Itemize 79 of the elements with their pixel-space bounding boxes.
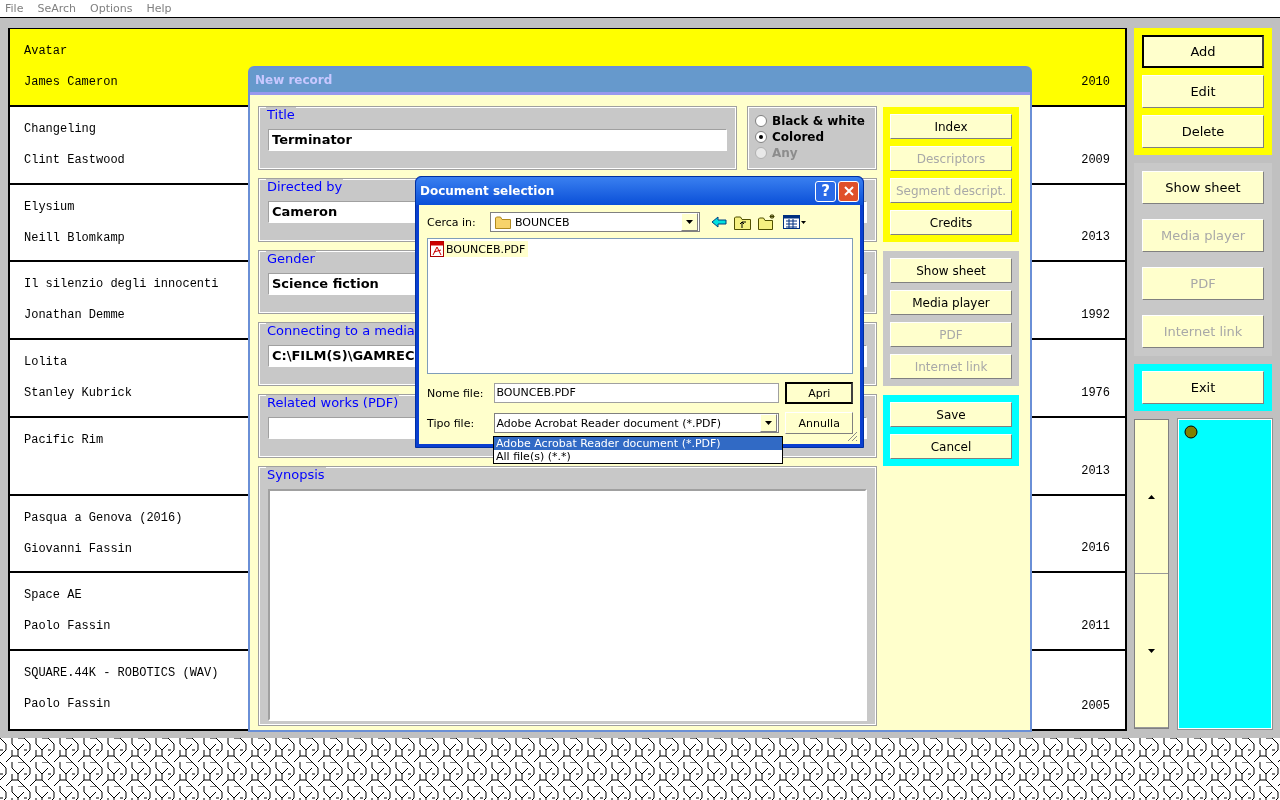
record-title: Pasqua a Genova (2016) (24, 510, 183, 526)
dropdown-option[interactable]: Adobe Acrobat Reader document (*.PDF) (494, 437, 782, 450)
record-director: Paolo Fassin (24, 697, 112, 713)
indicator-dot-icon (1184, 425, 1198, 439)
record-year: 2013 (1081, 463, 1110, 479)
dialog-button[interactable]: Show sheet (890, 258, 1012, 283)
file-name-field[interactable]: BOUNCEB.PDF (493, 383, 780, 403)
down-arrow-icon (1148, 648, 1155, 653)
radio-label: Colored (772, 130, 825, 144)
record-year: 1976 (1081, 385, 1110, 401)
record-title: Space AE (24, 588, 83, 604)
look-in-label: Cerca in: (427, 215, 477, 229)
side-button[interactable]: Add (1142, 35, 1264, 68)
dialog-button[interactable]: Cancel (890, 434, 1012, 459)
record-year: 2005 (1081, 699, 1110, 714)
record-title: Pacific Rim (24, 432, 104, 448)
dialog-title: Document selection (420, 184, 555, 198)
menu-item[interactable]: Help (146, 2, 172, 15)
up-arrow-icon (1148, 494, 1155, 499)
look-in-dropdown[interactable]: BOUNCEB (490, 212, 700, 232)
open-button[interactable]: Apri (785, 382, 853, 404)
back-arrow-icon[interactable] (711, 216, 727, 228)
record-title: Elysium (24, 199, 76, 215)
radio-label: Black & white (772, 114, 865, 128)
field-label: Synopsis (266, 467, 326, 483)
side-button[interactable]: Show sheet (1142, 171, 1264, 204)
resize-grip-icon (847, 431, 858, 442)
folder-icon (495, 215, 511, 229)
dropdown-arrow-icon (765, 421, 773, 425)
view-menu-icon[interactable] (783, 215, 807, 229)
file-name-label: Nome file: (427, 386, 485, 400)
dialog-button[interactable]: Save (890, 402, 1012, 427)
side-button[interactable]: Delete (1142, 115, 1264, 148)
close-button[interactable] (838, 180, 859, 202)
record-director: Neill Blomkamp (24, 230, 125, 246)
field-label: Directed by (266, 179, 344, 195)
field-label: Related works (PDF) (266, 395, 400, 411)
menu-item[interactable]: File (5, 2, 24, 15)
dropdown-option[interactable]: All file(s) (*.*) (494, 450, 782, 463)
record-year: 2013 (1081, 230, 1110, 246)
record-title: Changeling (24, 121, 97, 137)
record-director: Giovanni Fassin (24, 541, 134, 557)
title-field[interactable]: Terminator (268, 129, 727, 151)
record-director: Paolo Fassin (24, 619, 111, 635)
field-label: Connecting to a media (266, 323, 416, 339)
new-folder-icon[interactable] (758, 214, 776, 230)
close-icon (843, 186, 854, 196)
dropdown-arrow-icon (686, 220, 693, 224)
radio-button[interactable] (755, 131, 767, 143)
file-type-label: Tipo file: (427, 416, 476, 430)
record-year: 2010 (1081, 74, 1110, 90)
file-type-dropdown[interactable]: Adobe Acrobat Reader document (*.PDF) (493, 413, 780, 433)
record-title: Lolita (24, 355, 69, 371)
record-year: 2016 (1081, 541, 1110, 557)
document-entry[interactable]: BOUNCEB.PDF (430, 241, 529, 257)
folder-up-icon[interactable] (734, 214, 751, 230)
record-year: 2011 (1081, 619, 1110, 635)
dialog-button[interactable]: Credits (890, 210, 1012, 235)
record-year: 2009 (1081, 152, 1110, 168)
record-director: James Cameron (24, 75, 118, 90)
record-title: SQUARE.44K - ROBOTICS (WAV) (24, 666, 219, 682)
record-year: 1992 (1081, 308, 1110, 324)
radio-label: Any (772, 146, 798, 160)
dialog-button[interactable]: Index (890, 114, 1012, 139)
record-title: Avatar (24, 44, 69, 59)
pdf-file-icon (430, 241, 444, 257)
record-director: Jonathan Demme (24, 308, 126, 324)
side-button[interactable]: Exit (1142, 371, 1264, 404)
dialog-title: New record (255, 73, 333, 87)
radio-button[interactable] (755, 115, 767, 127)
side-button[interactable]: Edit (1142, 75, 1264, 108)
menu-item[interactable]: SeArch (37, 2, 76, 15)
dialog-button[interactable]: Media player (890, 290, 1012, 315)
record-director: Stanley Kubrick (24, 386, 133, 402)
help-button[interactable]: ? (815, 180, 836, 202)
record-title: Il silenzio degli innocenti (24, 277, 219, 293)
record-director: Clint Eastwood (24, 152, 125, 168)
menu-item[interactable]: Options (90, 2, 133, 15)
dismiss-button[interactable]: Annulla (785, 412, 853, 434)
